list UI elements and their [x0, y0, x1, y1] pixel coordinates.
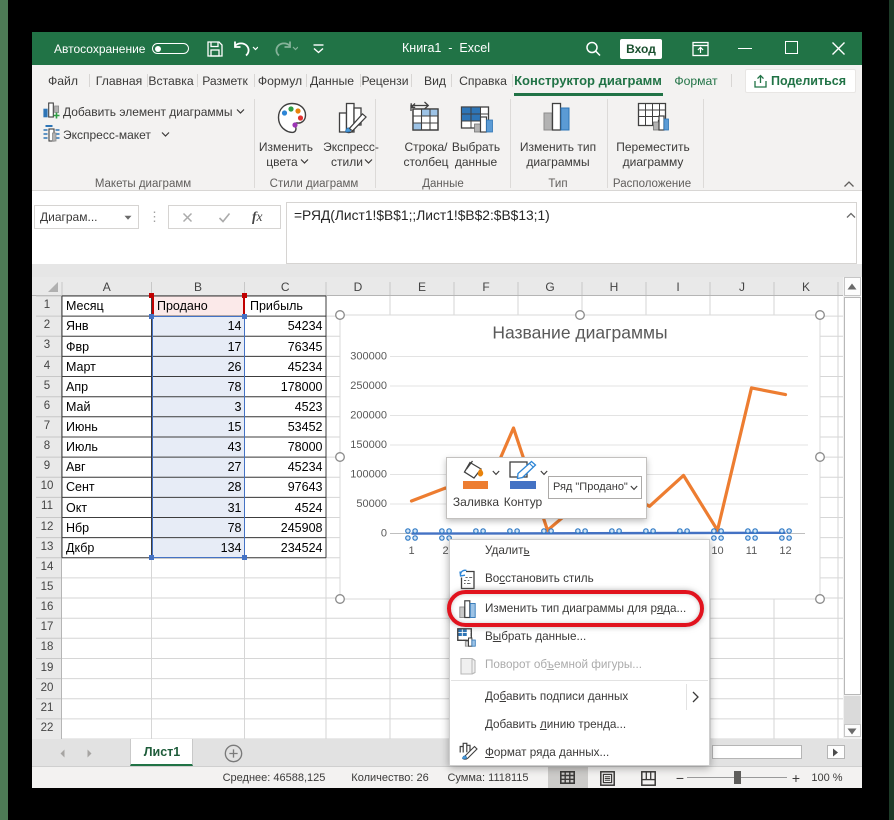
- svg-text:50000: 50000: [356, 498, 387, 510]
- svg-text:300000: 300000: [350, 351, 387, 363]
- svg-text:1: 1: [408, 545, 414, 557]
- svg-text:2: 2: [442, 545, 448, 557]
- svg-text:250000: 250000: [350, 380, 387, 392]
- svg-text:150000: 150000: [350, 439, 387, 451]
- svg-text:Название диаграммы: Название диаграммы: [492, 323, 667, 343]
- svg-text:100000: 100000: [350, 469, 387, 481]
- svg-text:200000: 200000: [350, 410, 387, 422]
- svg-text:0: 0: [381, 528, 387, 540]
- svg-text:10: 10: [711, 545, 723, 557]
- svg-text:12: 12: [779, 545, 791, 557]
- svg-text:11: 11: [746, 545, 757, 557]
